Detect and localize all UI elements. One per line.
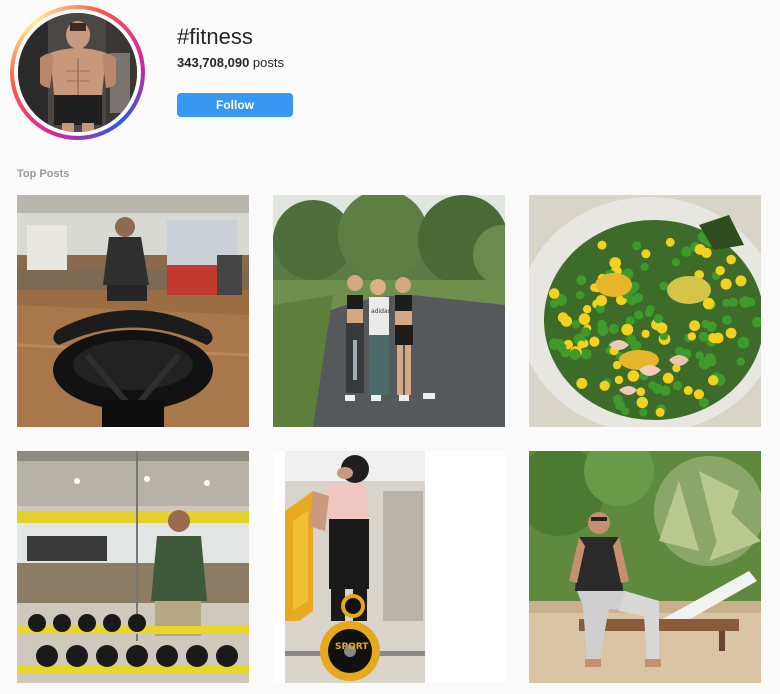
salad-ingredient bbox=[726, 254, 736, 265]
salad-ingredient bbox=[557, 312, 569, 323]
outdoor-photo bbox=[529, 451, 761, 683]
salad-ingredient bbox=[627, 370, 640, 382]
salad-ingredient bbox=[576, 291, 585, 300]
salad-ingredient bbox=[548, 288, 560, 299]
salad-ingredient bbox=[636, 387, 646, 396]
salad-ingredient bbox=[580, 348, 592, 360]
salad-ingredient bbox=[578, 313, 591, 325]
salad-ingredient bbox=[708, 375, 719, 386]
post-tile-4[interactable] bbox=[17, 451, 249, 683]
salad-ingredient bbox=[597, 324, 609, 336]
post-tile-6[interactable] bbox=[529, 451, 761, 683]
salad-ingredient bbox=[639, 408, 648, 417]
salad-ingredient bbox=[735, 275, 747, 287]
post-tile-5[interactable]: SPORT bbox=[273, 451, 505, 683]
salad-ingredient bbox=[634, 310, 644, 320]
plate-text: SPORT bbox=[335, 642, 369, 652]
salad-ingredient bbox=[708, 333, 718, 343]
salad-ingredient bbox=[689, 320, 700, 332]
salad-ingredient bbox=[641, 329, 650, 338]
salad-ingredient bbox=[737, 336, 750, 349]
group-photo: adidas bbox=[273, 195, 505, 427]
salad-ingredient bbox=[630, 340, 642, 352]
salad-ingredient bbox=[674, 346, 685, 356]
salad-ingredient bbox=[613, 394, 623, 405]
salad-ingredient bbox=[656, 322, 668, 334]
salad-ingredient bbox=[746, 297, 756, 307]
gym-kettlebell-photo bbox=[17, 195, 249, 427]
barbell-photo: SPORT bbox=[273, 451, 505, 683]
salad-ingredient bbox=[608, 323, 619, 334]
hashtag-header: #fitness 343,708,090 posts Follow bbox=[0, 0, 780, 150]
salad-ingredient bbox=[698, 331, 709, 342]
avatar bbox=[18, 13, 137, 132]
post-tile-2[interactable]: adidas bbox=[273, 195, 505, 427]
salad-ingredient bbox=[569, 348, 581, 360]
salad-ingredient bbox=[597, 240, 607, 250]
salad-ingredient bbox=[646, 304, 655, 314]
salad-ingredient bbox=[659, 281, 668, 291]
top-posts-grid: adidas SPORT bbox=[17, 195, 761, 683]
salad-ingredient bbox=[671, 258, 680, 267]
salad-ingredient bbox=[728, 297, 738, 307]
salad-ingredient bbox=[736, 357, 745, 366]
salad-ingredient bbox=[556, 342, 567, 353]
salad-ingredient bbox=[653, 314, 663, 324]
salad-ingredient bbox=[581, 327, 591, 337]
follow-button[interactable]: Follow bbox=[177, 93, 293, 117]
salad-ingredient bbox=[589, 336, 600, 347]
avatar-image bbox=[18, 13, 137, 132]
post-tile-1[interactable] bbox=[17, 195, 249, 427]
salad-ingredient bbox=[595, 295, 607, 307]
post-count: 343,708,090 posts bbox=[177, 55, 284, 70]
post-count-suffix: posts bbox=[249, 55, 284, 70]
salad-ingredient bbox=[655, 407, 665, 417]
food-photo bbox=[529, 195, 761, 427]
salad-ingredient bbox=[715, 265, 725, 276]
salad-ingredient bbox=[632, 241, 642, 251]
salad-ingredient bbox=[687, 332, 697, 341]
salad-ingredient bbox=[571, 320, 581, 329]
salad-ingredient bbox=[621, 323, 634, 336]
salad-ingredient bbox=[695, 351, 704, 360]
salad-ingredient bbox=[576, 377, 588, 389]
salad-ingredient bbox=[583, 305, 592, 314]
post-tile-3[interactable] bbox=[529, 195, 761, 427]
salad-ingredient bbox=[599, 380, 610, 391]
salad-ingredient bbox=[720, 278, 732, 290]
salad-ingredient bbox=[549, 299, 559, 308]
salad-ingredient bbox=[701, 319, 710, 329]
gym-mirror-photo bbox=[17, 451, 249, 683]
salad-ingredient bbox=[621, 407, 630, 416]
salad-ingredient bbox=[698, 397, 709, 408]
salad-ingredient bbox=[704, 353, 716, 365]
salad-ingredient bbox=[614, 375, 624, 385]
hashtag-avatar-ring[interactable] bbox=[10, 5, 145, 140]
salad-ingredient bbox=[662, 372, 674, 384]
salad-ingredient bbox=[577, 340, 586, 349]
salad-ingredient bbox=[683, 386, 693, 395]
salad-ingredient bbox=[641, 249, 651, 259]
hashtag-title: #fitness bbox=[177, 24, 253, 49]
post-count-number: 343,708,090 bbox=[177, 55, 250, 70]
salad-ingredient bbox=[648, 381, 657, 390]
top-posts-heading: Top Posts bbox=[17, 168, 70, 180]
salad-ingredient bbox=[672, 381, 682, 391]
salad-ingredient bbox=[725, 327, 737, 339]
salad-ingredient bbox=[636, 396, 648, 409]
adidas-shirt-text: adidas bbox=[371, 308, 391, 315]
salad-ingredient bbox=[660, 385, 671, 396]
salad-ingredient bbox=[640, 262, 649, 271]
salad-ingredient bbox=[722, 315, 732, 325]
salad-ingredient bbox=[665, 237, 675, 247]
salad-ingredient bbox=[694, 244, 706, 255]
salad-ingredient bbox=[576, 275, 587, 286]
salad-ingredient bbox=[681, 246, 692, 257]
salad-ingredient bbox=[693, 389, 704, 400]
